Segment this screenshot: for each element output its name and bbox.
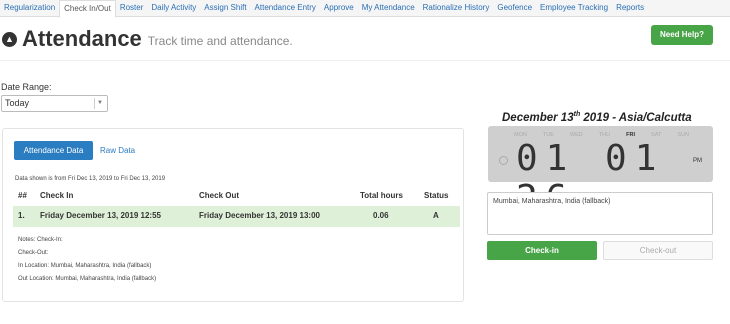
col-check-out: Check Out	[199, 191, 240, 200]
col-status: Status	[424, 191, 449, 200]
tab-rationalize-history[interactable]: Rationalize History	[419, 0, 494, 16]
date-range-label: Date Range:	[1, 82, 52, 92]
header-divider	[0, 60, 730, 61]
row-number: 1.	[18, 211, 25, 220]
date-range-select[interactable]: Today ▼	[1, 95, 108, 112]
tab-raw-data[interactable]: Raw Data	[100, 141, 135, 160]
clock-timezone: Asia/Calcutta	[618, 111, 692, 124]
page-subtitle: Track time and attendance.	[147, 34, 293, 48]
col-number: ##	[18, 191, 27, 200]
clock-date-heading: December 13th 2019 - Asia/Calcutta	[502, 111, 692, 124]
row-total-hours: 0.06	[373, 211, 389, 220]
tab-attendance-data[interactable]: Attendance Data	[14, 141, 93, 160]
table-row: 1. Friday December 13, 2019 12:55 Friday…	[13, 206, 460, 227]
tab-assign-shift[interactable]: Assign Shift	[200, 0, 250, 16]
tab-check-in-out[interactable]: Check In/Out	[59, 0, 116, 18]
attendance-panel: Attendance Data Raw Data Data shown is f…	[2, 128, 464, 302]
chevron-up-icon[interactable]: ▲	[2, 31, 17, 47]
digital-clock: MONTUEWEDTHUFRISATSUN 01 01 26 PM	[488, 126, 713, 219]
note-in-location: In Location: Mumbai, Maharashtra, India …	[18, 263, 152, 269]
check-in-button[interactable]: Check-in	[487, 241, 597, 260]
tab-approve[interactable]: Approve	[320, 0, 358, 16]
tab-my-attendance[interactable]: My Attendance	[358, 0, 419, 16]
clock-hours: 01	[516, 138, 576, 179]
note-check-out: Check-Out:	[18, 250, 49, 256]
date-range-summary: Data shown is from Fri Dec 13, 2019 to F…	[15, 176, 166, 182]
note-check-in: Notes: Check-In:	[18, 237, 63, 243]
clock-ampm: PM	[693, 158, 702, 164]
chevron-down-icon[interactable]: ▼	[94, 98, 105, 109]
alarm-icon	[499, 156, 508, 165]
top-nav: Regularization Check In/Out Roster Daily Ac…	[0, 0, 730, 18]
tab-employee-tracking[interactable]: Employee Tracking	[536, 0, 612, 16]
page-title: Attendance	[22, 26, 142, 51]
row-check-in: Friday December 13, 2019 12:55	[40, 211, 161, 220]
tab-roster[interactable]: Roster	[116, 0, 148, 16]
col-total-hours: Total hours	[360, 191, 403, 200]
need-help-button[interactable]: Need Help?	[651, 25, 713, 45]
tab-reports[interactable]: Reports	[612, 0, 648, 16]
clock-date-rest: 2019 -	[580, 111, 619, 124]
clock-date-main: December 13	[502, 111, 574, 124]
date-range-value: Today	[5, 98, 30, 108]
clock-minutes: 01	[605, 138, 665, 179]
note-out-location: Out Location: Mumbai, Maharashtra, India…	[18, 276, 157, 282]
row-status: A	[433, 211, 439, 220]
col-check-in: Check In	[40, 191, 74, 200]
page-header: ▲ Attendance Track time and attendance.	[2, 26, 293, 52]
check-out-button[interactable]: Check-out	[603, 241, 713, 260]
location-textarea[interactable]: Mumbai, Maharashtra, India (fallback)	[487, 192, 713, 235]
tab-geofence[interactable]: Geofence	[493, 0, 536, 16]
row-check-out: Friday December 13, 2019 13:00	[199, 211, 320, 220]
weekday-sun: SUN	[677, 132, 689, 138]
tab-attendance-entry[interactable]: Attendance Entry	[251, 0, 320, 16]
tab-regularization[interactable]: Regularization	[0, 0, 59, 16]
tab-daily-activity[interactable]: Daily Activity	[147, 0, 200, 16]
